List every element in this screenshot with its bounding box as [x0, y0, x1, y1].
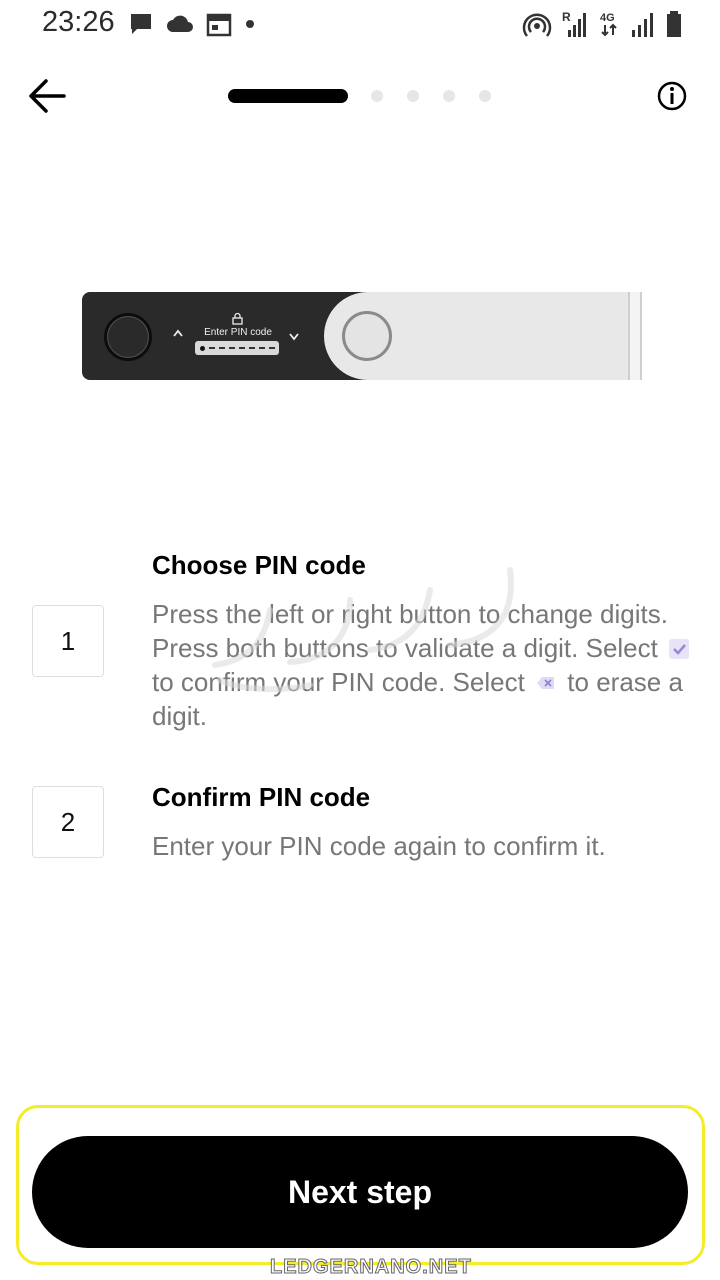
back-button[interactable] [26, 76, 70, 116]
device-right-button [342, 311, 392, 361]
svg-text:R: R [562, 10, 571, 24]
pin-dash [258, 347, 265, 349]
step-body-1-part2: to confirm your PIN code. Select [152, 667, 525, 697]
arrow-left-icon [29, 79, 66, 113]
pin-dash [268, 347, 275, 349]
signal-icon [632, 13, 653, 37]
hotspot-icon [522, 13, 552, 37]
device-illustration: Enter PIN code [82, 292, 642, 380]
progress-dot [479, 90, 491, 102]
device-connector [628, 292, 642, 380]
step-body-1-part1: Press the left or right button to change… [152, 599, 668, 663]
info-icon [657, 81, 687, 111]
progress-dot [407, 90, 419, 102]
step-body-2: Enter your PIN code again to confirm it. [152, 831, 606, 861]
status-time: 23:26 [42, 6, 115, 38]
chevron-down-icon [289, 333, 299, 341]
info-button[interactable] [656, 80, 688, 112]
pin-dash [238, 347, 245, 349]
calendar-icon [206, 13, 232, 37]
lock-icon [232, 312, 243, 325]
signal-roaming-icon: R [562, 10, 586, 37]
next-step-button[interactable]: Next step [32, 1136, 688, 1248]
checkmark-icon [669, 639, 690, 659]
pin-dash [228, 347, 235, 349]
svg-text:4G: 4G [600, 12, 615, 24]
progress-dot [371, 90, 383, 102]
cloud-icon [167, 15, 193, 32]
pin-dash [208, 347, 215, 349]
step-body-1: Press the left or right button to change… [152, 597, 702, 733]
progress-current [228, 89, 348, 103]
device-pin-field [195, 341, 279, 355]
pin-dash [248, 347, 255, 349]
status-right-icons: R 4G [522, 10, 682, 38]
chevron-up-icon [173, 329, 183, 337]
status-bar: 23:26 R 4G [0, 0, 720, 50]
dot-icon [246, 20, 254, 28]
network-4g-icon: 4G [600, 12, 617, 37]
progress-dot [443, 90, 455, 102]
pin-dash [218, 347, 225, 349]
message-icon [131, 14, 151, 34]
step-number-1: 1 [32, 605, 104, 677]
device-left-button [104, 313, 152, 361]
battery-icon [667, 11, 681, 37]
pin-dot [199, 345, 205, 351]
step-progress [228, 89, 491, 103]
footer-watermark: LEDGERNANO.NET [270, 1256, 472, 1279]
device-screen-label: Enter PIN code [204, 327, 272, 338]
status-left-icons [128, 11, 256, 37]
erase-icon [536, 665, 556, 689]
step-title-2: Confirm PIN code [152, 782, 371, 812]
step-title-1: Choose PIN code [152, 550, 366, 580]
step-number-2: 2 [32, 786, 104, 858]
